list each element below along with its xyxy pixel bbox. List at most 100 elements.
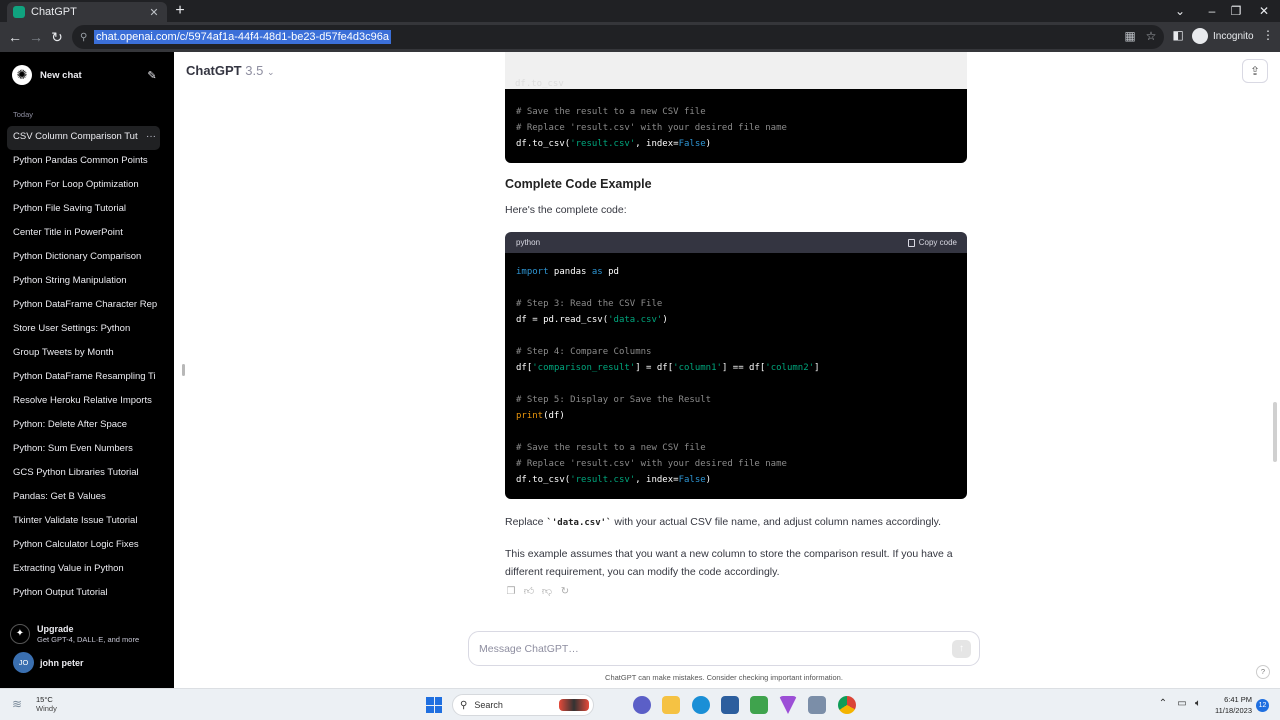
scrollbar[interactable] — [1273, 402, 1277, 462]
sidebar-history-item[interactable]: Tkinter Validate Issue Tutorial — [7, 510, 160, 534]
browser-tab[interactable]: ChatGPT ✕ — [7, 2, 167, 22]
sidebar-history-item[interactable]: Resolve Heroku Relative Imports — [7, 390, 160, 414]
code-token: df.to_csv( — [516, 475, 571, 485]
forward-icon[interactable]: → — [26, 27, 46, 47]
copy-code-button[interactable]: Copy code — [907, 238, 957, 247]
code-line: # Step 3: Read the CSV File — [516, 296, 956, 312]
sidebar-history-item[interactable]: Python String Manipulation — [7, 270, 160, 294]
faded-code-text: df.to_csv — [515, 79, 564, 89]
sidebar-history-item[interactable]: Python: Sum Even Numbers — [7, 438, 160, 462]
sidebar-history-item[interactable]: Python Dictionary Comparison — [7, 246, 160, 270]
user-name: john peter — [40, 657, 84, 668]
windows-taskbar: ≋ 15°C Windy ⚲ Search ⌃ ▭ 🔈︎ 6:41 PM 11/… — [0, 688, 1280, 720]
thumbs-up-icon[interactable]: 👍︎ — [523, 586, 535, 598]
history-item-label: Python Pandas Common Points — [13, 155, 148, 166]
taskbar-search[interactable]: ⚲ Search — [452, 694, 594, 716]
photos-app-icon[interactable] — [808, 696, 826, 714]
model-selector[interactable]: ChatGPT 3.5 ⌄ — [186, 63, 275, 78]
more-options-icon[interactable]: ··· — [142, 126, 156, 148]
tray-overflow-icon[interactable]: ⌃ — [1156, 698, 1170, 709]
code-token: 'column2' — [765, 363, 815, 373]
sidebar-history-item[interactable]: Group Tweets by Month — [7, 342, 160, 366]
browser-menu-icon[interactable]: ⋮ — [1259, 28, 1277, 42]
regenerate-icon[interactable]: ↻ — [559, 586, 571, 598]
sidebar-history-item[interactable]: Python Output Tutorial — [7, 582, 160, 606]
history-item-label: Python DataFrame Character Rep — [13, 299, 158, 310]
previous-code-lines: # Save the result to a new CSV file # Rep… — [516, 104, 956, 152]
upgrade-button[interactable]: ✦ Upgrade Get GPT-4, DALL·E, and more — [10, 620, 162, 648]
history-item-label: Python For Loop Optimization — [13, 179, 139, 190]
history-item-label: Pandas: Get B Values — [13, 491, 106, 502]
clock-date: 11/18/2023 — [1215, 706, 1252, 715]
user-menu[interactable]: JO john peter — [13, 652, 84, 673]
thumbs-down-icon[interactable]: 👎︎ — [541, 586, 553, 598]
sidebar-history-item[interactable]: Python Calculator Logic Fixes — [7, 534, 160, 558]
side-panel-icon[interactable]: ◧ — [1169, 28, 1187, 42]
edge-browser-icon[interactable] — [692, 696, 710, 714]
sidebar-resize-handle[interactable] — [182, 364, 185, 376]
previous-code-block: # Save the result to a new CSV file # Rep… — [505, 89, 967, 163]
code-line: # Save the result to a new CSV file — [516, 104, 956, 120]
intro-text: Here's the complete code: — [505, 204, 627, 216]
store-app-icon[interactable] — [721, 696, 739, 714]
incognito-label: Incognito — [1213, 30, 1254, 42]
reload-icon[interactable]: ↻ — [47, 27, 67, 47]
address-bar[interactable]: ⚲ chat.openai.com/c/5974af1a-44f4-48d1-b… — [72, 25, 1164, 49]
sidebar-history-item[interactable]: Python DataFrame Character Rep — [7, 294, 160, 318]
chat-app-icon[interactable] — [633, 696, 651, 714]
weather-widget[interactable]: ≋ 15°C Windy — [12, 695, 57, 713]
code-line: df.to_csv('result.csv', index=False) — [516, 472, 956, 488]
url-text[interactable]: chat.openai.com/c/5974af1a-44f4-48d1-be2… — [94, 30, 391, 44]
network-icon[interactable]: ▭ — [1175, 698, 1189, 709]
send-button[interactable]: ↑ — [952, 640, 971, 658]
code-token: # Save the result to a new CSV file — [516, 443, 706, 453]
copy-message-icon[interactable]: ❐ — [505, 586, 517, 598]
wind-icon: ≋ — [12, 697, 23, 711]
sidebar-history-item[interactable]: Python File Saving Tutorial — [7, 198, 160, 222]
sidebar: ✺ New chat ✎ Today CSV Column Comparison… — [0, 52, 174, 688]
chevron-down-icon: ⌄ — [266, 67, 275, 77]
sidebar-history-item[interactable]: Python For Loop Optimization — [7, 174, 160, 198]
new-chat-button[interactable]: ✺ New chat ✎ — [8, 62, 160, 88]
weather-description: Windy — [36, 704, 57, 713]
previous-code-header-fragment: df.to_csv — [505, 52, 967, 89]
history-item-label: Python String Manipulation — [13, 275, 127, 286]
file-explorer-icon[interactable] — [662, 696, 680, 714]
sidebar-history-item[interactable]: Store User Settings: Python — [7, 318, 160, 342]
system-clock[interactable]: 6:41 PM 11/18/2023 — [1212, 694, 1252, 716]
new-tab-button[interactable]: + — [172, 2, 188, 20]
code-token: # Step 5: Display or Save the Result — [516, 395, 712, 405]
code-token: print — [516, 411, 544, 421]
incognito-indicator[interactable]: Incognito — [1192, 28, 1254, 44]
edit-icon[interactable]: ✎ — [144, 69, 160, 82]
chrome-browser-icon[interactable] — [838, 696, 856, 714]
share-icon[interactable]: ⇪ — [1242, 59, 1268, 83]
back-icon[interactable]: ← — [5, 27, 25, 47]
sidebar-history-item[interactable]: Pandas: Get B Values — [7, 486, 160, 510]
start-button-icon[interactable] — [426, 697, 442, 713]
site-info-icon[interactable]: ⚲ — [80, 32, 94, 43]
code-line: df = pd.read_csv('data.csv') — [516, 312, 956, 328]
notepad-app-icon[interactable] — [750, 696, 768, 714]
media-app-icon[interactable] — [779, 696, 797, 714]
help-button[interactable]: ? — [1256, 665, 1270, 679]
volume-icon[interactable]: 🔈︎ — [1191, 698, 1205, 709]
sidebar-history-item[interactable]: Python: Delete After Space — [7, 414, 160, 438]
clipboard-icon — [907, 238, 915, 247]
notification-badge[interactable]: 12 — [1256, 699, 1269, 712]
close-window-icon[interactable]: ✕ — [1244, 0, 1280, 22]
history-item-label: Extracting Value in Python — [13, 563, 124, 574]
sidebar-history-item[interactable]: Python Pandas Common Points — [7, 150, 160, 174]
sidebar-history-item[interactable]: Python DataFrame Resampling Ti — [7, 366, 160, 390]
message-input[interactable] — [479, 640, 939, 658]
section-heading: Complete Code Example — [505, 177, 652, 191]
bookmark-star-icon[interactable]: ☆ — [1143, 29, 1159, 43]
sidebar-history-item[interactable]: CSV Column Comparison Tut ··· — [7, 126, 160, 150]
tab-title: ChatGPT — [31, 6, 77, 18]
qr-code-icon[interactable]: ▦ — [1122, 29, 1138, 43]
tab-close-icon[interactable]: ✕ — [147, 6, 161, 19]
sidebar-history-item[interactable]: Extracting Value in Python — [7, 558, 160, 582]
sidebar-history-item[interactable]: GCS Python Libraries Tutorial — [7, 462, 160, 486]
sidebar-history-item[interactable]: Center Title in PowerPoint — [7, 222, 160, 246]
